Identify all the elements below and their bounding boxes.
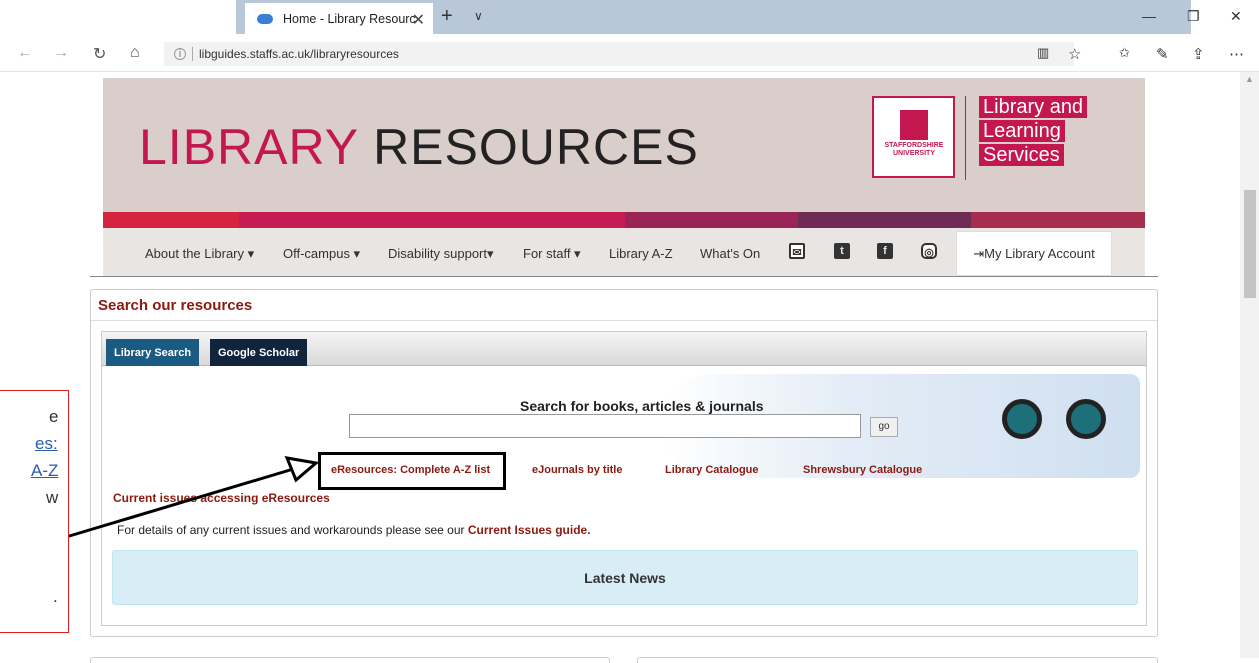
- callout-line5: .: [53, 587, 58, 606]
- arrow-head: [284, 456, 320, 483]
- callout-line2: es:: [35, 434, 58, 453]
- arrow-line: [65, 465, 301, 539]
- annotation-callout: e es: A-Z w .: [0, 390, 69, 633]
- callout-line4: w: [46, 488, 59, 507]
- annotation-arrow: [65, 456, 320, 539]
- callout-line3: A-Z: [31, 461, 59, 480]
- callout-line1: e: [49, 407, 59, 426]
